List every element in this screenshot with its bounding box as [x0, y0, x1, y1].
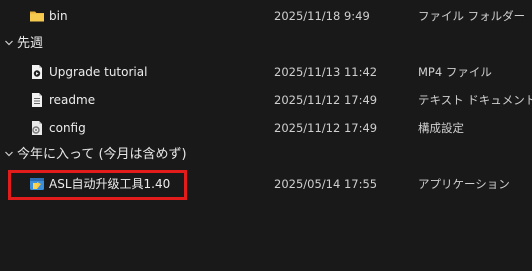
- file-type: 構成設定: [418, 121, 464, 135]
- file-name: config: [49, 121, 86, 135]
- highlight-annotation: [8, 170, 187, 200]
- config-file-icon: [29, 120, 45, 136]
- file-name: readme: [49, 93, 96, 107]
- group-label: 先週: [17, 36, 44, 51]
- file-row-readme[interactable]: readme 2025/11/12 17:49 テキスト ドキュメント: [0, 86, 532, 114]
- file-type: ファイル フォルダー: [418, 9, 526, 23]
- folder-icon: [29, 8, 45, 24]
- file-type: アプリケーション: [418, 177, 510, 191]
- group-label: 今年に入って (今月は含めず): [17, 147, 187, 162]
- chevron-down-icon[interactable]: [4, 148, 14, 158]
- file-name: bin: [49, 9, 68, 23]
- text-file-icon: [29, 92, 45, 108]
- file-date: 2025/11/18 9:49: [274, 9, 370, 23]
- file-row-config[interactable]: config 2025/11/12 17:49 構成設定: [0, 114, 532, 142]
- file-type: テキスト ドキュメント: [418, 93, 532, 107]
- group-header-this-year[interactable]: 今年に入って (今月は含めず): [0, 143, 532, 167]
- video-file-icon: [29, 64, 45, 80]
- file-date: 2025/11/13 11:42: [274, 65, 378, 79]
- file-name: Upgrade tutorial: [49, 65, 148, 79]
- group-header-last-week[interactable]: 先週: [0, 32, 532, 56]
- chevron-down-icon[interactable]: [4, 37, 14, 47]
- file-date: 2025/11/12 17:49: [274, 121, 378, 135]
- file-row-bin[interactable]: bin 2025/11/18 9:49 ファイル フォルダー: [0, 2, 532, 30]
- file-type: MP4 ファイル: [418, 65, 492, 79]
- file-date: 2025/05/14 17:55: [274, 177, 378, 191]
- file-date: 2025/11/12 17:49: [274, 93, 378, 107]
- file-row-upgrade-tutorial[interactable]: Upgrade tutorial 2025/11/13 11:42 MP4 ファ…: [0, 58, 532, 86]
